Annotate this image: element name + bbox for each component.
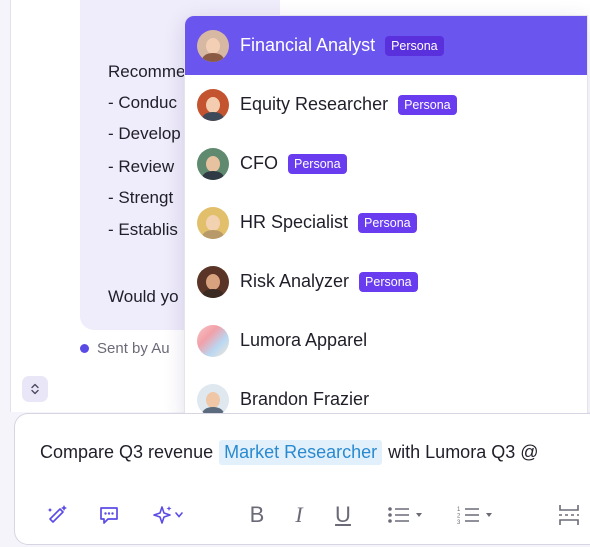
persona-badge: Persona: [359, 271, 418, 292]
chevron-down-icon: [486, 513, 492, 517]
expand-collapse-button[interactable]: [22, 376, 48, 402]
option-label: CFO: [240, 153, 278, 173]
comment-button[interactable]: [94, 498, 124, 532]
italic-icon: I: [295, 502, 303, 527]
message-line: - Develop: [108, 124, 181, 143]
mention-option-financial-analyst[interactable]: Financial Analyst Persona: [185, 16, 587, 75]
chevron-down-icon: [416, 513, 422, 517]
option-label: Risk Analyzer: [240, 271, 350, 291]
magic-pen-icon: [47, 505, 67, 523]
persona-badge: Persona: [288, 153, 347, 174]
chevron-down-icon: [175, 512, 183, 518]
bullet-list-icon: [388, 507, 409, 523]
option-label: Financial Analyst: [240, 35, 376, 55]
option-label: Equity Researcher: [240, 94, 389, 114]
message-line: Would yo: [108, 287, 179, 306]
bullet-list-button[interactable]: [378, 498, 434, 532]
page-break-icon: [559, 505, 579, 525]
numbered-list-button[interactable]: 1 2 3: [448, 498, 504, 532]
svg-text:1: 1: [457, 507, 461, 513]
mention-chip[interactable]: Market Researcher: [219, 439, 383, 465]
italic-button[interactable]: I: [286, 498, 312, 532]
composer-input[interactable]: Compare Q3 revenue Market Researcher wit…: [40, 439, 538, 465]
mention-option-cfo[interactable]: CFO Persona: [185, 134, 587, 193]
option-label: Brandon Frazier: [240, 389, 370, 409]
message-line: Recomme: [108, 62, 186, 81]
formatting-toolbar: B I U 1 2 3: [0, 498, 590, 532]
message-line: - Establis: [108, 220, 178, 239]
magic-pen-button[interactable]: [42, 498, 72, 532]
avatar-woman-blonde-icon: [197, 206, 229, 239]
sent-by-status: Sent by Au: [80, 338, 170, 358]
sparkles-icon: [153, 506, 172, 524]
composer-text-before: Compare Q3 revenue: [40, 441, 214, 462]
message-line: - Review: [108, 157, 175, 176]
mention-option-hr-specialist[interactable]: HR Specialist Persona: [185, 193, 587, 252]
persona-badge: Persona: [385, 35, 444, 56]
status-dot-icon: [80, 343, 89, 353]
option-label: HR Specialist: [240, 212, 349, 232]
brand-logo-icon: [197, 324, 229, 357]
comment-icon: [100, 507, 118, 524]
underline-icon: U: [335, 502, 351, 527]
mention-option-risk-analyzer[interactable]: Risk Analyzer Persona: [185, 252, 587, 311]
underline-button[interactable]: U: [330, 498, 356, 532]
mention-option-equity-researcher[interactable]: Equity Researcher Persona: [185, 75, 587, 134]
avatar-woman-red-hair-icon: [197, 88, 229, 121]
svg-text:3: 3: [457, 520, 461, 526]
avatar-man-glasses-icon: [197, 147, 229, 180]
ai-assist-button[interactable]: [144, 498, 190, 532]
sent-by-label: Sent by Au: [97, 339, 170, 357]
message-line: - Conduc: [108, 93, 177, 112]
bold-button[interactable]: B: [244, 498, 270, 532]
page-break-button[interactable]: [554, 498, 584, 532]
option-label: Lumora Apparel: [240, 330, 368, 350]
chevron-up-down-icon: [31, 383, 39, 395]
avatar-woman-icon: [197, 29, 229, 62]
bold-icon: B: [249, 502, 265, 527]
numbered-list-icon: 1 2 3: [457, 507, 479, 526]
message-line: - Strengt: [108, 188, 174, 207]
persona-badge: Persona: [358, 212, 417, 233]
persona-badge: Persona: [398, 94, 457, 115]
avatar-woman-dark-hair-icon: [197, 265, 229, 298]
svg-text:2: 2: [457, 514, 461, 520]
mention-suggestions-dropdown: Financial Analyst Persona Equity Researc…: [184, 15, 588, 420]
avatar-cartoon-man-icon: [197, 383, 229, 416]
composer-text-after: with Lumora Q3 @: [388, 441, 539, 462]
mention-option-lumora-apparel[interactable]: Lumora Apparel: [185, 311, 587, 370]
